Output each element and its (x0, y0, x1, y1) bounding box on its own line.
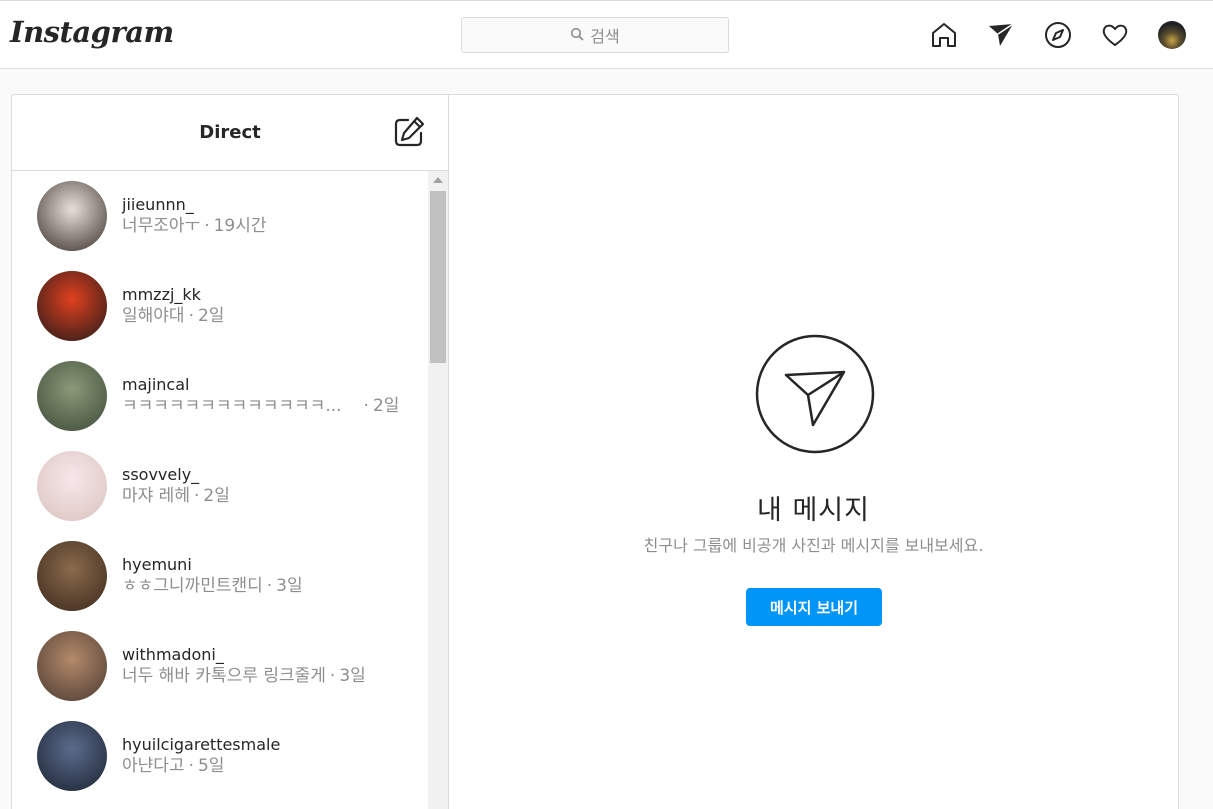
thread-row[interactable]: ssovvely_ 마쟈 레헤 · 2일 (12, 441, 428, 531)
nav-icons (929, 20, 1187, 50)
thread-timestamp: 2일 (203, 486, 230, 506)
thread-preview: ㅋㅋㅋㅋㅋㅋㅋㅋㅋㅋㅋㅋㅋ... · 2일 (122, 395, 399, 417)
thread-username: hyemuni (122, 555, 192, 574)
inbox-title: Direct (199, 122, 261, 143)
thread-meta: hyemuni ㅎㅎ그니까민트캔디 · 3일 (122, 555, 303, 597)
top-nav: Instagram 검색 (0, 0, 1213, 69)
thread-timestamp: 3일 (276, 576, 303, 596)
home-icon[interactable] (929, 20, 959, 50)
thread-username: jiieunnn_ (122, 195, 194, 214)
separator-dot: · (266, 576, 273, 596)
thread-row[interactable]: mmzzj_kk 일해야대 · 2일 (12, 261, 428, 351)
empty-state-subtitle: 친구나 그룹에 비공개 사진과 메시지를 보내보세요. (643, 536, 984, 555)
thread-meta: ssovvely_ 마쟈 레헤 · 2일 (122, 465, 230, 507)
empty-message-state: 내 메시지 친구나 그룹에 비공개 사진과 메시지를 보내보세요. 메시지 보내… (449, 95, 1178, 809)
thread-preview: 일해야대 · 2일 (122, 305, 224, 327)
thread-last-message: 너무조아ㅜ (122, 216, 201, 236)
scrollbar[interactable] (428, 171, 448, 809)
thread-meta: jiieunnn_ 너무조아ㅜ · 19시간 (122, 195, 267, 237)
thread-timestamp: 19시간 (213, 216, 267, 236)
inbox-sidebar: Direct jiieunnn_ 너무조아ㅜ · 19시간 mmzzj_kk 일해야대 · 2… (12, 95, 449, 809)
avatar (37, 181, 107, 251)
compose-icon[interactable] (392, 115, 426, 149)
thread-preview: 너무조아ㅜ · 19시간 (122, 215, 267, 237)
thread-username: mmzzj_kk (122, 285, 201, 304)
thread-username: withmadoni_ (122, 645, 224, 664)
profile-avatar[interactable] (1157, 20, 1187, 50)
direct-large-icon (755, 334, 875, 454)
thread-username: ssovvely_ (122, 465, 200, 484)
separator-dot: · (188, 756, 194, 776)
avatar (37, 361, 107, 431)
heart-icon[interactable] (1100, 20, 1130, 50)
avatar (37, 451, 107, 521)
separator-dot: · (193, 486, 200, 506)
avatar (37, 541, 107, 611)
thread-timestamp: 2일 (197, 306, 225, 326)
thread-row[interactable]: withmadoni_ 너두 해바 카톡으루 링크줄게 · 3일 (12, 621, 428, 711)
thread-preview: ㅎㅎ그니까민트캔디 · 3일 (122, 575, 303, 597)
search-input[interactable]: 검색 (461, 17, 729, 53)
thread-row[interactable]: jiieunnn_ 너무조아ㅜ · 19시간 (12, 171, 428, 261)
thread-list[interactable]: jiieunnn_ 너무조아ㅜ · 19시간 mmzzj_kk 일해야대 · 2일 majinc… (12, 171, 428, 809)
thread-row[interactable]: hyemuni ㅎㅎ그니까민트캔디 · 3일 (12, 531, 428, 621)
thread-timestamp: 5일 (197, 756, 225, 776)
thread-last-message: ㅎㅎ그니까민트캔디 (122, 576, 263, 596)
thread-row[interactable]: hyuilcigarettesmale 아냔다고 · 5일 (12, 711, 428, 801)
search-icon (570, 26, 584, 45)
instagram-logo[interactable]: Instagram (10, 15, 174, 49)
separator-dot: · (188, 306, 194, 326)
thread-last-message: 아냔다고 (122, 756, 185, 776)
thread-meta: majincal ㅋㅋㅋㅋㅋㅋㅋㅋㅋㅋㅋㅋㅋ... · 2일 (122, 375, 399, 417)
thread-last-message: 너두 해바 카톡으루 링크줄게 (122, 666, 326, 686)
empty-state-title: 내 메시지 (757, 495, 870, 526)
thread-timestamp: 3일 (339, 666, 366, 686)
thread-row[interactable]: majincal ㅋㅋㅋㅋㅋㅋㅋㅋㅋㅋㅋㅋㅋ... · 2일 (12, 351, 428, 441)
thread-preview: 너두 해바 카톡으루 링크줄게 · 3일 (122, 665, 366, 687)
thread-preview: 마쟈 레헤 · 2일 (122, 485, 230, 507)
direct-panel: Direct jiieunnn_ 너무조아ㅜ · 19시간 mmzzj_kk 일해야대 · 2… (11, 94, 1179, 809)
thread-last-message: ㅋㅋㅋㅋㅋㅋㅋㅋㅋㅋㅋㅋㅋ... (122, 396, 342, 416)
send-message-button[interactable]: 메시지 보내기 (746, 588, 882, 626)
scroll-up-arrow-icon[interactable] (433, 177, 443, 183)
avatar (37, 271, 107, 341)
explore-icon[interactable] (1043, 20, 1073, 50)
thread-preview: 아냔다고 · 5일 (122, 755, 280, 777)
separator-dot: · (329, 666, 336, 686)
thread-meta: hyuilcigarettesmale 아냔다고 · 5일 (122, 735, 280, 777)
thread-last-message: 마쟈 레헤 (122, 486, 190, 506)
avatar (1158, 21, 1186, 49)
avatar (37, 721, 107, 791)
separator-dot: · (204, 216, 210, 236)
search-placeholder: 검색 (590, 27, 620, 46)
thread-meta: mmzzj_kk 일해야대 · 2일 (122, 285, 224, 327)
separator-dot: · (363, 396, 369, 416)
direct-icon[interactable] (986, 20, 1016, 50)
inbox-header: Direct (12, 95, 448, 171)
thread-username: hyuilcigarettesmale (122, 735, 281, 754)
thread-timestamp: 2일 (372, 396, 400, 416)
scrollbar-thumb[interactable] (430, 191, 446, 363)
thread-meta: withmadoni_ 너두 해바 카톡으루 링크줄게 · 3일 (122, 645, 366, 687)
avatar (37, 631, 107, 701)
thread-last-message: 일해야대 (122, 306, 185, 326)
thread-username: majincal (122, 375, 190, 394)
